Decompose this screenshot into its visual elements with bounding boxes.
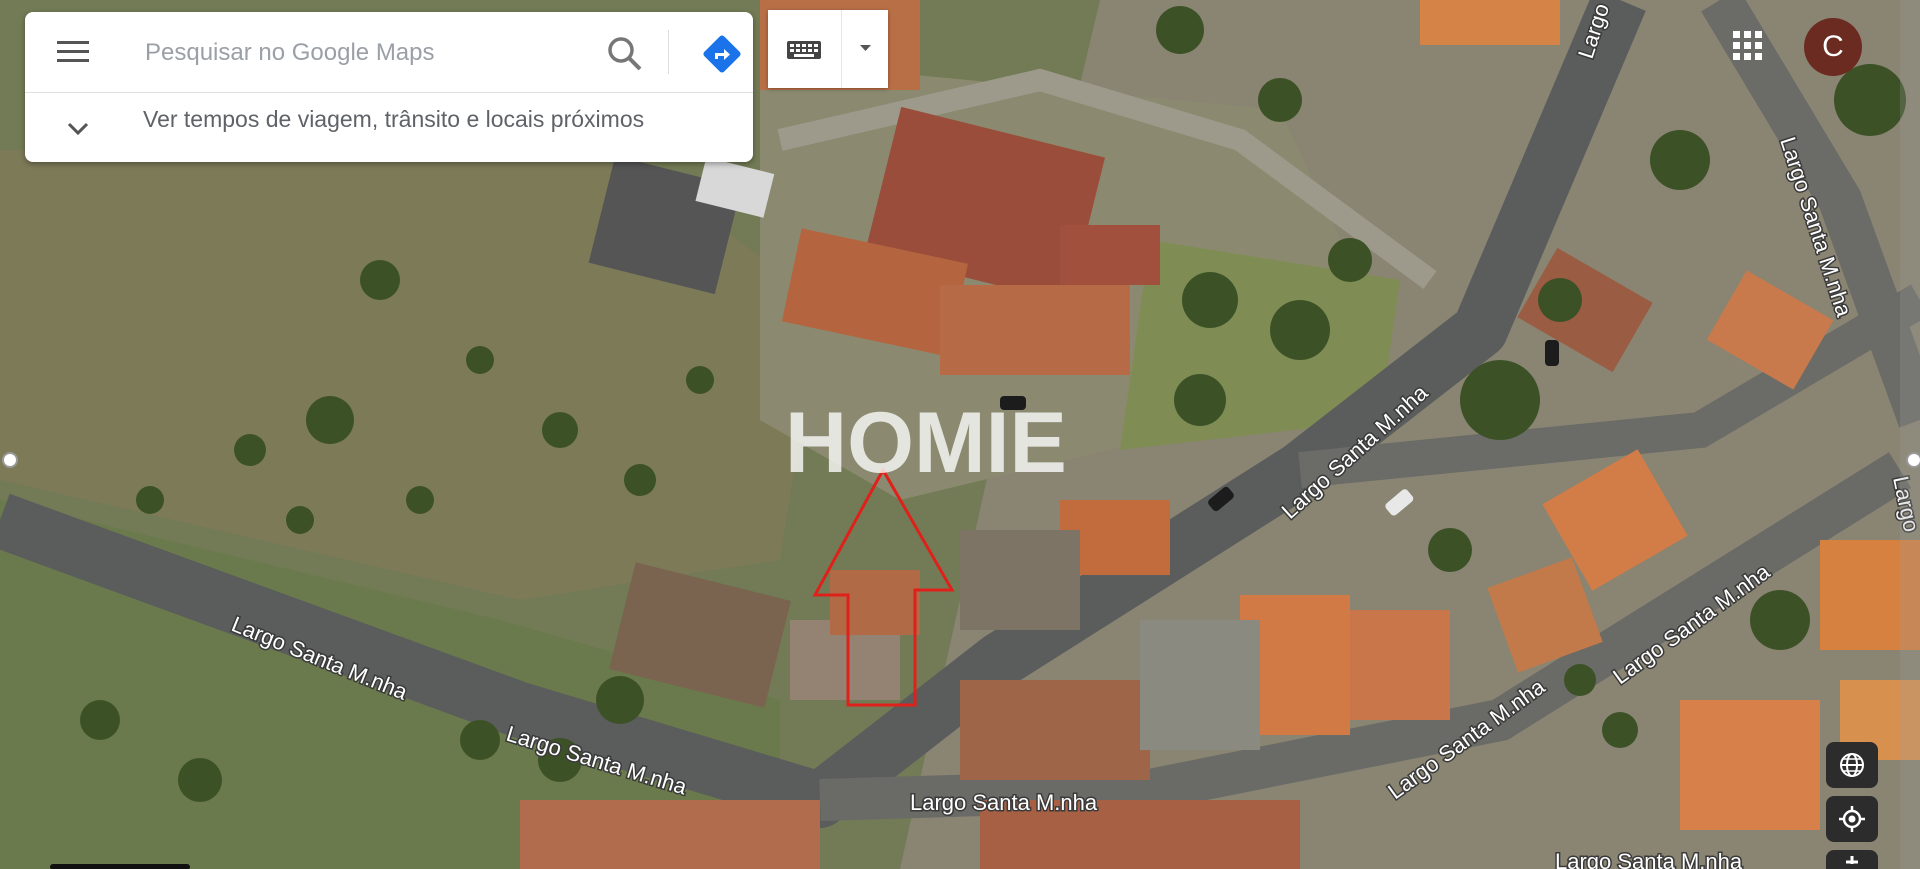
directions-button[interactable] — [700, 32, 744, 76]
my-location-button[interactable] — [1826, 796, 1878, 842]
search-button[interactable] — [605, 34, 645, 74]
menu-icon — [57, 41, 89, 62]
travel-info-text: Ver tempos de viagem, trânsito e locais … — [143, 106, 645, 132]
input-tools-dropdown[interactable] — [841, 10, 889, 88]
search-icon — [608, 37, 642, 71]
zoom-in-button[interactable] — [1826, 850, 1878, 869]
my-location-icon — [1839, 806, 1865, 832]
keyboard-icon — [787, 41, 821, 59]
divider — [668, 30, 669, 74]
account-avatar[interactable]: C — [1804, 18, 1862, 76]
menu-button[interactable] — [55, 36, 91, 68]
search-bar — [25, 12, 753, 93]
chevron-down-icon — [67, 122, 89, 136]
apps-grid-icon — [1733, 31, 1762, 60]
dropdown-arrow-icon — [860, 45, 871, 51]
globe-button[interactable] — [1826, 742, 1878, 788]
keyboard-button[interactable] — [768, 10, 840, 88]
street-label: Largo Santa M.nha — [910, 790, 1098, 815]
apps-button[interactable] — [1730, 28, 1766, 64]
street-label: Largo Santa M.nha — [1555, 849, 1743, 869]
right-resize-handle[interactable] — [1906, 452, 1920, 468]
directions-icon — [703, 35, 741, 73]
left-resize-handle[interactable] — [2, 452, 18, 468]
zoom-in-icon — [1846, 856, 1858, 864]
input-tools — [768, 10, 888, 88]
globe-icon — [1840, 753, 1864, 777]
travel-info-row[interactable]: Ver tempos de viagem, trânsito e locais … — [25, 94, 753, 162]
search-panel: Ver tempos de viagem, trânsito e locais … — [25, 12, 753, 162]
watermark-text: HOMIE — [785, 395, 1067, 491]
search-input[interactable] — [143, 34, 587, 72]
watermark: HOMIE — [785, 395, 1067, 491]
